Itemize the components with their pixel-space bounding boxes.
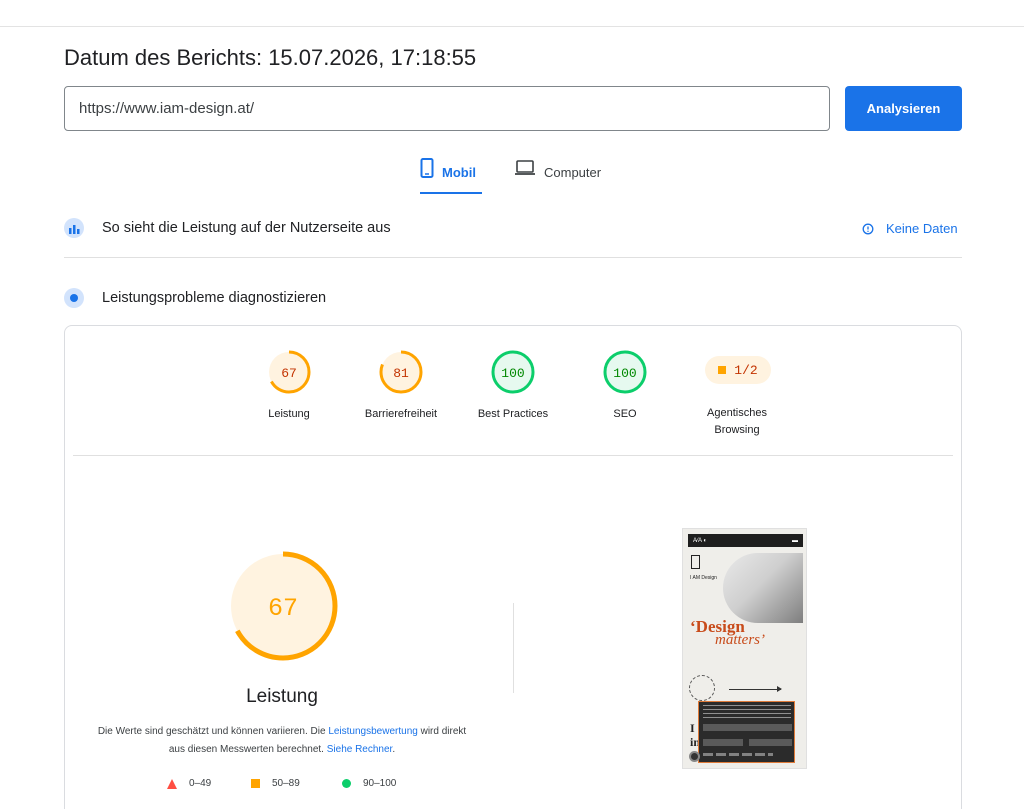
no-data-label: Keine Daten [886, 221, 958, 236]
screenshot-hero-image [723, 553, 803, 623]
url-input[interactable] [64, 86, 830, 131]
gauge-label: SEO [613, 408, 637, 420]
agentic-browsing-badge[interactable]: 1/2 [705, 356, 771, 384]
calculator-link[interactable]: Siehe Rechner [327, 744, 393, 755]
legend-average: 50–89 [251, 778, 300, 789]
top-divider [0, 26, 1024, 27]
screenshot-topbar: A⁄A ◐ ▬ [688, 534, 803, 547]
screenshot-logo [691, 555, 700, 569]
no-data-link[interactable]: Keine Daten [862, 221, 958, 236]
performance-description: Die Werte sind geschätzt und können vari… [97, 726, 467, 755]
smartphone-icon [420, 158, 434, 178]
scoring-link[interactable]: Leistungsbewertung [328, 726, 418, 737]
gauge-score: 100 [501, 366, 524, 381]
laptop-icon [515, 160, 535, 175]
gauge-ring: 81 [379, 350, 423, 394]
gauge-score: 100 [613, 366, 636, 381]
fail-triangle-icon [167, 778, 177, 789]
diagnose-title: Leistungsprobleme diagnostizieren [102, 290, 327, 306]
users-chart-icon [64, 218, 84, 238]
vertical-divider [513, 603, 514, 693]
agentic-browsing-value: 1/2 [734, 362, 758, 378]
gauge-ring: 100 [603, 350, 647, 394]
performance-score: 67 [268, 594, 298, 623]
average-square-icon [251, 779, 260, 788]
section-divider [64, 257, 962, 258]
tab-computer[interactable]: Computer [514, 158, 601, 194]
field-data-title: So sieht die Leistung auf der Nutzerseit… [102, 220, 391, 236]
tab-computer-label: Computer [544, 165, 602, 180]
screenshot-chat-icon [689, 751, 700, 762]
gauge-score: 67 [281, 366, 297, 381]
analyze-button[interactable]: Analysieren [845, 86, 962, 131]
screenshot-cookie-banner [698, 701, 795, 763]
gauge-3[interactable]: 100 SEO [570, 349, 680, 423]
menu-icon: ▬ [792, 537, 798, 544]
lab-data-icon [64, 288, 84, 308]
gauge-label: Leistung [268, 408, 310, 420]
warning-square-icon [718, 366, 727, 374]
page-screenshot[interactable]: A⁄A ◐ ▬ I AM Design ‘Design matters’ Iin [682, 528, 807, 769]
screenshot-badge-circle [689, 675, 715, 701]
performance-title: Leistung [246, 686, 318, 707]
field-data-header: So sieht die Leistung auf der Nutzerseit… [64, 218, 391, 238]
gauge-label: Barrierefreiheit [364, 408, 438, 420]
tab-mobile[interactable]: Mobil [420, 158, 482, 194]
agentic-browsing-label: Agentisches Browsing [707, 407, 767, 436]
report-date: Datum des Berichts: 15.07.2026, 17:18:55 [64, 45, 477, 70]
gauge-score: 81 [393, 366, 409, 381]
pass-circle-icon [342, 779, 351, 788]
info-icon [862, 223, 874, 234]
legend-fail: 0–49 [167, 778, 211, 789]
arrowhead-icon [777, 686, 782, 692]
tab-mobile-label: Mobil [442, 165, 476, 180]
screenshot-subheadline: matters’ [715, 632, 765, 648]
gauge-0[interactable]: 67 Leistung [234, 349, 344, 423]
gauge-ring: 67 [267, 350, 311, 394]
gauge-label: Best Practices [477, 408, 549, 420]
legend-pass: 90–100 [342, 778, 396, 789]
screenshot-arrow [729, 689, 781, 690]
gauge-2[interactable]: 100 Best Practices [458, 349, 568, 423]
gauge-1[interactable]: 81 Barrierefreiheit [346, 349, 456, 423]
gauge-ring: 100 [491, 350, 535, 394]
gauges-divider [73, 455, 953, 456]
screenshot-brand: I AM Design [690, 575, 717, 581]
diagnose-header: Leistungsprobleme diagnostizieren [64, 288, 326, 308]
performance-gauge: 67 [228, 551, 338, 661]
